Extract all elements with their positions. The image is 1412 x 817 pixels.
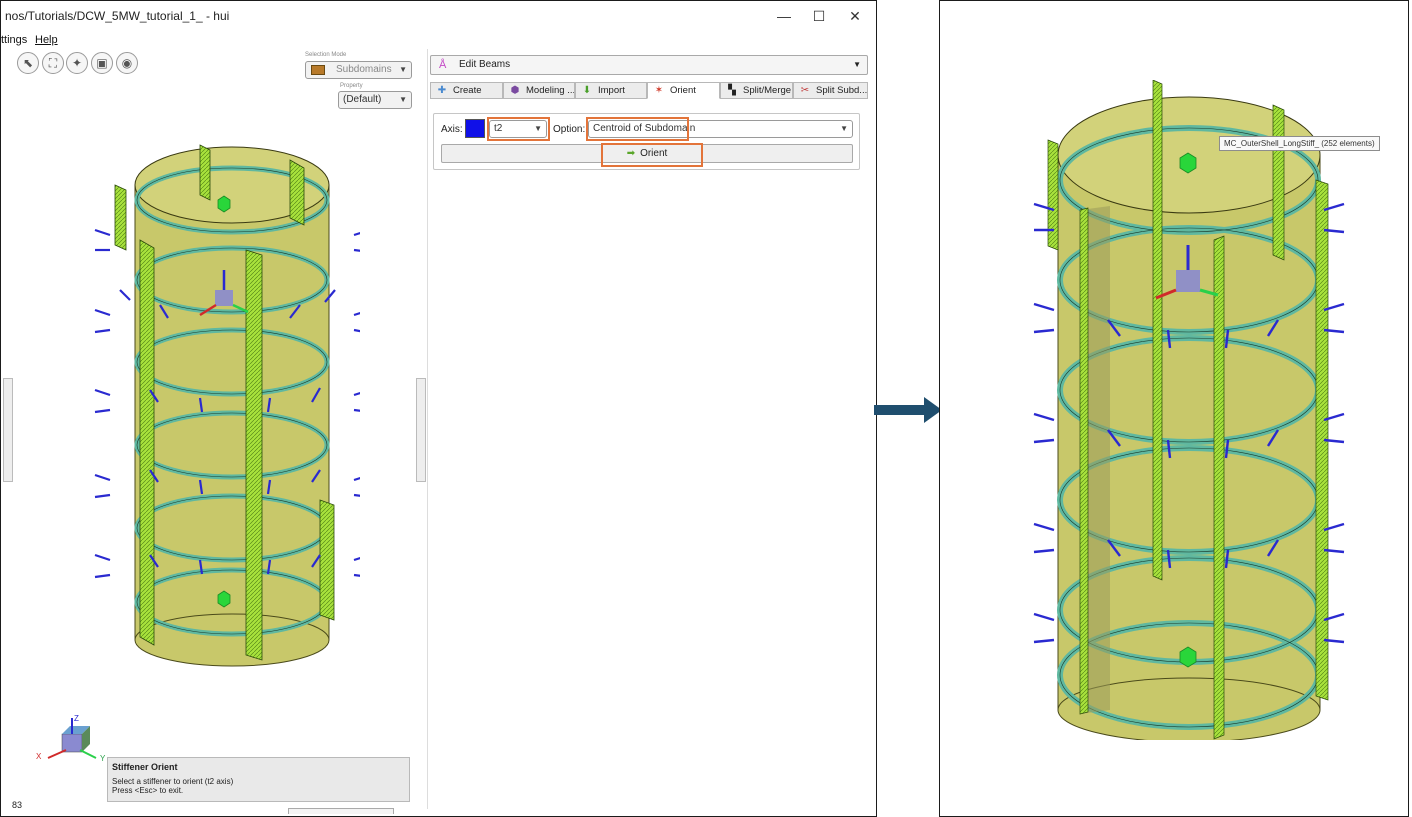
chevron-down-icon: ▼ <box>399 65 407 74</box>
tab-modeling[interactable]: ⬢ Modeling ... <box>503 82 575 99</box>
cube-view-icon[interactable]: ▣ <box>91 52 113 74</box>
option-highlight <box>586 117 689 141</box>
modeling-icon: ⬢ <box>510 85 520 96</box>
tab-split-subdomain-label: Split Subd... <box>816 85 868 96</box>
help-line-1: Select a stiffener to orient (t2 axis) <box>112 777 234 786</box>
left-splitter-handle[interactable] <box>3 378 13 482</box>
tab-create[interactable]: ✚ Create <box>430 82 503 99</box>
tab-split-merge[interactable]: ▚ Split/Merge <box>720 82 793 99</box>
selection-mode-value: Subdomains <box>336 64 392 75</box>
axis-y-label: Y <box>100 754 106 763</box>
property-select[interactable]: (Default) ▼ <box>338 91 412 109</box>
chevron-down-icon: ▼ <box>840 124 848 133</box>
menu-help[interactable]: Help <box>35 34 58 46</box>
close-button[interactable]: ✕ <box>837 5 873 27</box>
tab-import[interactable]: ⬇ Import <box>575 82 647 99</box>
chevron-down-icon: ▼ <box>399 95 407 104</box>
result-arrow <box>874 397 942 423</box>
plus-icon: ✚ <box>437 85 447 96</box>
select-tool-icon[interactable]: ⬉ <box>17 52 39 74</box>
split-merge-icon: ▚ <box>728 85 736 96</box>
tab-create-label: Create <box>453 85 482 96</box>
stiffened-cylinder-model-left[interactable] <box>90 140 360 670</box>
center-splitter-handle[interactable] <box>416 378 426 482</box>
maximize-button[interactable]: ☐ <box>801 5 837 27</box>
option-label: Option: <box>553 124 586 135</box>
tab-orient-label: Orient <box>670 85 696 96</box>
axis-z-label: Z <box>74 714 79 723</box>
tab-modeling-label: Modeling ... <box>526 85 575 96</box>
chevron-down-icon: ▼ <box>853 60 861 69</box>
tab-split-subdomain[interactable]: ✂ Split Subd... <box>793 82 868 99</box>
stiffened-cylinder-model-right[interactable] <box>1028 80 1348 740</box>
help-box: Stiffener Orient Select a stiffener to o… <box>107 757 410 802</box>
bottom-tab-stub[interactable] <box>288 808 394 814</box>
element-tooltip: MC_OuterShell_LongStiff_ (252 elements) <box>1219 136 1380 151</box>
menu-settings[interactable]: ttings <box>1 34 27 46</box>
import-arrow-icon: ⬇ <box>582 85 592 96</box>
help-title: Stiffener Orient <box>112 762 178 772</box>
scissors-icon: ✂ <box>800 85 810 96</box>
selection-mode-select[interactable]: Subdomains ▼ <box>305 61 412 79</box>
help-line-2: Press <Esc> to exit. <box>112 786 184 795</box>
axis-view-icon[interactable]: ✦ <box>66 52 88 74</box>
visibility-eye-icon[interactable]: ◉ <box>116 52 138 74</box>
tab-split-merge-label: Split/Merge <box>743 85 792 96</box>
status-counter: 83 <box>12 800 23 810</box>
fit-view-icon[interactable]: ⛶ <box>42 52 64 74</box>
mode-value: Edit Beams <box>459 59 511 70</box>
mode-select[interactable]: Å Edit Beams ▼ <box>430 55 868 75</box>
property-label: Property <box>340 83 363 89</box>
axis-color-swatch[interactable] <box>465 119 485 138</box>
minimize-button[interactable]: — <box>766 5 802 27</box>
tab-import-label: Import <box>598 85 625 96</box>
axis-label: Axis: <box>441 124 463 135</box>
menu-bar: ttings Help <box>1 31 876 49</box>
property-value: (Default) <box>343 94 382 105</box>
axis-highlight <box>487 117 550 141</box>
triad-icon: ✶ <box>654 85 664 96</box>
beam-icon: Å <box>439 59 447 71</box>
axis-x-label: X <box>36 752 42 761</box>
axis-triad <box>47 718 97 759</box>
tab-bar: ✚ Create ⬢ Modeling ... ⬇ Import ✶ Orient ▚ S… <box>430 82 868 99</box>
subdomain-icon <box>311 65 325 75</box>
window-title: nos/Tutorials/DCW_5MW_tutorial_1_ - hui <box>5 9 230 23</box>
selection-mode-label: Selection Mode <box>305 52 347 58</box>
title-bar: nos/Tutorials/DCW_5MW_tutorial_1_ - hui … <box>1 1 876 31</box>
orient-button-highlight <box>601 143 703 167</box>
tab-orient[interactable]: ✶ Orient <box>647 82 720 99</box>
